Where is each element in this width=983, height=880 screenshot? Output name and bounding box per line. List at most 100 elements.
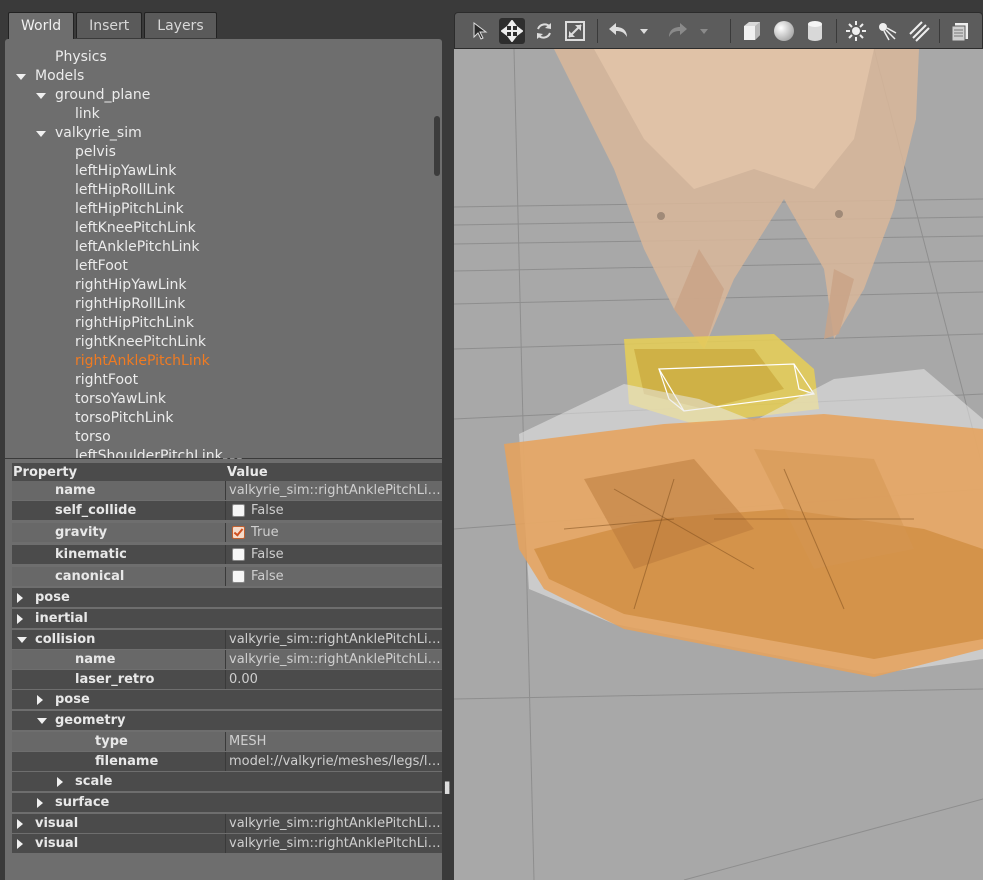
tree-item[interactable]: torsoYawLink bbox=[75, 390, 166, 409]
expand-arrow-icon[interactable] bbox=[17, 593, 23, 603]
property-table: Property Value name valkyrie_sim::rightAnkl… bbox=[5, 459, 442, 880]
checkbox[interactable] bbox=[232, 548, 245, 561]
property-row[interactable]: pose bbox=[12, 690, 442, 709]
translate-tool-icon[interactable] bbox=[499, 18, 525, 44]
redo-history-icon[interactable] bbox=[697, 18, 711, 44]
property-row[interactable]: surface bbox=[12, 793, 442, 812]
property-name: visual bbox=[35, 836, 79, 851]
checkbox[interactable] bbox=[232, 504, 245, 517]
checkbox[interactable] bbox=[232, 526, 245, 539]
directional-light-icon[interactable] bbox=[906, 18, 932, 44]
property-value[interactable]: MESH bbox=[225, 732, 442, 751]
scale-tool-icon[interactable] bbox=[562, 18, 588, 44]
expand-arrow-icon[interactable] bbox=[57, 777, 63, 787]
tree-item[interactable]: leftKneePitchLink bbox=[75, 219, 196, 238]
expand-arrow-icon[interactable] bbox=[17, 819, 23, 829]
expand-arrow-icon[interactable] bbox=[16, 74, 26, 80]
property-value[interactable]: True bbox=[225, 523, 442, 542]
tree-item[interactable]: leftAnklePitchLink bbox=[75, 238, 200, 257]
box-shape-icon[interactable] bbox=[739, 18, 765, 44]
property-row[interactable]: scale bbox=[12, 772, 442, 791]
checkbox-label: False bbox=[251, 569, 284, 584]
property-value[interactable]: False bbox=[225, 567, 442, 586]
property-row[interactable]: laser_retro 0.00 bbox=[12, 670, 442, 689]
tree-item[interactable]: Physics bbox=[55, 48, 107, 67]
property-table-header: Property Value bbox=[12, 463, 442, 482]
expand-arrow-icon[interactable] bbox=[37, 798, 43, 808]
property-value[interactable]: valkyrie_sim::rightAnklePitchLink bbox=[225, 481, 442, 500]
property-name: laser_retro bbox=[75, 672, 155, 687]
tree-scrollbar[interactable] bbox=[434, 116, 440, 176]
tree-item[interactable]: torsoPitchLink bbox=[75, 409, 173, 428]
property-value[interactable]: model://valkyrie/meshes/legs/lj5.... bbox=[225, 752, 442, 771]
rotate-tool-icon[interactable] bbox=[531, 18, 557, 44]
property-name: geometry bbox=[55, 713, 126, 728]
property-name: kinematic bbox=[55, 547, 127, 562]
point-light-icon[interactable] bbox=[843, 18, 869, 44]
tab-world[interactable]: World bbox=[8, 12, 75, 40]
cylinder-shape-icon[interactable] bbox=[802, 18, 828, 44]
tree-item[interactable]: rightHipPitchLink bbox=[75, 314, 194, 333]
property-value[interactable]: 0.00 bbox=[225, 670, 442, 689]
tree-item[interactable]: rightFoot bbox=[75, 371, 138, 390]
tree-item[interactable]: ground_plane bbox=[55, 86, 150, 105]
property-row[interactable]: gravity True bbox=[12, 523, 442, 542]
tree-item[interactable]: leftFoot bbox=[75, 257, 128, 276]
property-row[interactable]: filename model://valkyrie/meshes/legs/lj5… bbox=[12, 752, 442, 771]
property-value[interactable]: False bbox=[225, 545, 442, 564]
tab-insert[interactable]: Insert bbox=[76, 12, 143, 38]
property-row[interactable]: visual valkyrie_sim::rightAnklePitchLink bbox=[12, 814, 442, 833]
expand-arrow-icon[interactable] bbox=[37, 695, 43, 705]
copy-icon[interactable] bbox=[947, 18, 973, 44]
property-value[interactable]: valkyrie_sim::rightAnklePitchLin... bbox=[225, 650, 442, 669]
tree-item[interactable]: valkyrie_sim bbox=[55, 124, 142, 143]
3d-viewport[interactable] bbox=[454, 49, 983, 880]
tree-item[interactable]: leftHipRollLink bbox=[75, 181, 175, 200]
property-row[interactable]: self_collide False bbox=[12, 501, 442, 520]
tree-item[interactable]: rightKneePitchLink bbox=[75, 333, 206, 352]
property-value[interactable]: False bbox=[225, 501, 442, 520]
tree-item[interactable]: Models bbox=[35, 67, 84, 86]
splitter-handle-vertical[interactable]: ▪ ▪ ▪ bbox=[444, 780, 450, 797]
tree-item[interactable]: rightHipRollLink bbox=[75, 295, 185, 314]
select-tool-icon[interactable] bbox=[467, 18, 493, 44]
collapse-arrow-icon[interactable] bbox=[17, 637, 27, 643]
undo-history-icon[interactable] bbox=[637, 18, 651, 44]
property-row[interactable]: geometry bbox=[12, 711, 442, 730]
tab-layers[interactable]: Layers bbox=[144, 12, 217, 38]
property-name: gravity bbox=[55, 525, 108, 540]
property-row[interactable]: canonical False bbox=[12, 567, 442, 586]
property-row[interactable]: visual valkyrie_sim::rightAnklePitchLin..… bbox=[12, 834, 442, 853]
expand-arrow-icon[interactable] bbox=[17, 614, 23, 624]
left-panel: World Insert Layers Physics Models ground_… bbox=[0, 0, 450, 880]
tree-item[interactable]: leftHipPitchLink bbox=[75, 200, 184, 219]
property-row[interactable]: name valkyrie_sim::rightAnklePitchLink bbox=[12, 481, 442, 500]
tree-item[interactable]: link bbox=[75, 105, 100, 124]
property-row[interactable]: inertial bbox=[12, 609, 442, 628]
tree-item[interactable]: leftHipYawLink bbox=[75, 162, 176, 181]
property-row[interactable]: collision valkyrie_sim::rightAnklePitchLi… bbox=[12, 630, 442, 649]
property-name: pose bbox=[35, 590, 70, 605]
property-row[interactable]: pose bbox=[12, 588, 442, 607]
tree-item[interactable]: rightHipYawLink bbox=[75, 276, 187, 295]
expand-arrow-icon[interactable] bbox=[36, 131, 46, 137]
redo-icon[interactable] bbox=[665, 18, 691, 44]
property-row[interactable]: type MESH bbox=[12, 732, 442, 751]
sphere-shape-icon[interactable] bbox=[771, 18, 797, 44]
panel-splitter[interactable] bbox=[443, 0, 453, 880]
spot-light-icon[interactable] bbox=[874, 18, 900, 44]
checkbox[interactable] bbox=[232, 570, 245, 583]
tree-item[interactable]: leftShoulderPitchLink bbox=[75, 447, 223, 458]
undo-icon[interactable] bbox=[605, 18, 631, 44]
collapse-arrow-icon[interactable] bbox=[37, 718, 47, 724]
property-name: collision bbox=[35, 632, 96, 647]
property-row[interactable]: name valkyrie_sim::rightAnklePitchLin... bbox=[12, 650, 442, 669]
property-row[interactable]: kinematic False bbox=[12, 545, 442, 564]
tree-item[interactable]: rightAnklePitchLink bbox=[75, 352, 210, 371]
tree-item[interactable]: torso bbox=[75, 428, 111, 447]
expand-arrow-icon[interactable] bbox=[36, 93, 46, 99]
expand-arrow-icon[interactable] bbox=[17, 839, 23, 849]
toolbar-separator bbox=[730, 19, 731, 43]
tree-item[interactable]: pelvis bbox=[75, 143, 116, 162]
toolbar-separator bbox=[836, 19, 837, 43]
